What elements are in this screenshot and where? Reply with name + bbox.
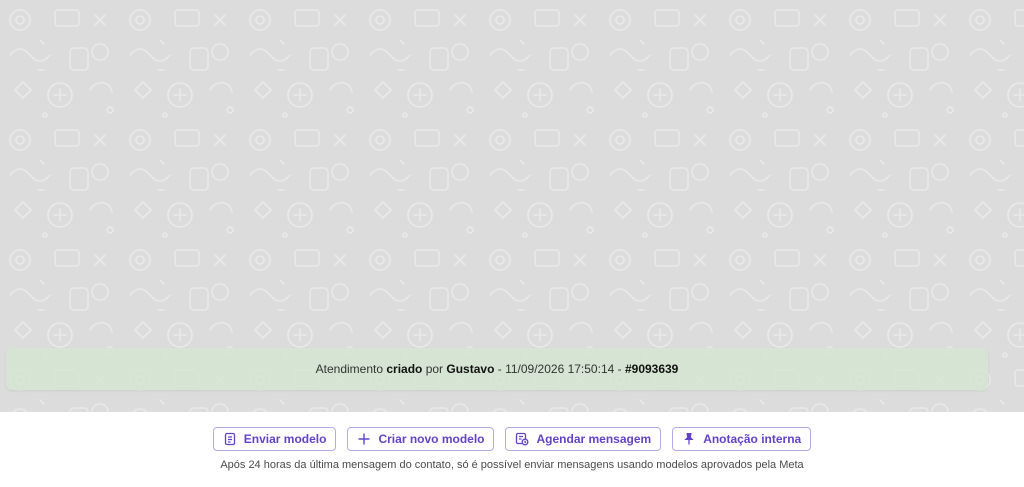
plus-icon [358, 433, 370, 445]
system-message-user: Gustavo [446, 362, 495, 376]
send-template-button[interactable]: Enviar modelo [212, 427, 337, 451]
system-message-action: criado [386, 362, 423, 376]
system-message-by: por [422, 362, 447, 376]
system-message-ticket: #9093639 [624, 362, 679, 376]
internal-note-button[interactable]: Anotação interna [672, 427, 812, 451]
schedule-message-button[interactable]: Agendar mensagem [505, 427, 662, 451]
system-message-prefix: Atendimento [315, 362, 387, 376]
internal-note-label: Anotação interna [703, 432, 802, 446]
system-message-separator-2: - [614, 362, 625, 376]
create-template-button[interactable]: Criar novo modelo [347, 427, 495, 451]
pin-icon [684, 433, 694, 445]
system-message-separator: - [494, 362, 506, 376]
schedule-message-label: Agendar mensagem [536, 432, 652, 446]
24h-window-notice: Após 24 horas da última mensagem do cont… [220, 459, 804, 471]
action-toolbar: Enviar modelo Criar novo modelo Agendar … [0, 427, 1024, 451]
create-template-label: Criar novo modelo [378, 432, 485, 446]
document-icon [224, 432, 235, 446]
composer-footer: Enviar modelo Criar novo modelo Agendar … [0, 412, 1024, 487]
chat-background: Atendimento criado por Gustavo - 11/09/2… [0, 0, 1024, 412]
system-message-datetime: 11/09/2026 17:50:14 [505, 362, 615, 376]
schedule-icon [516, 432, 529, 446]
send-template-label: Enviar modelo [243, 432, 327, 446]
system-message-banner: Atendimento criado por Gustavo - 11/09/2… [6, 348, 988, 390]
